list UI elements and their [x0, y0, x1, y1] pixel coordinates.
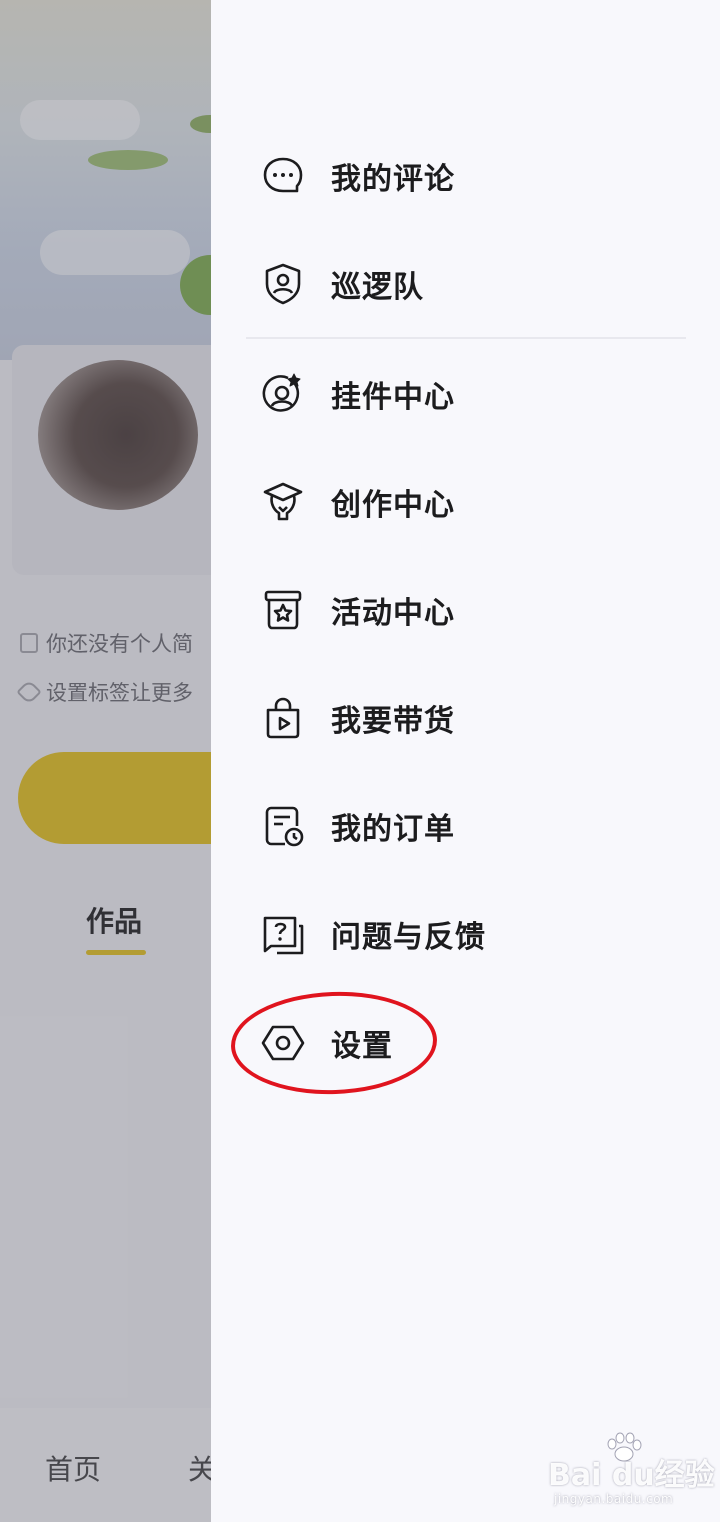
menu-item-patrol[interactable]: 巡逻队 — [261, 244, 691, 324]
menu-item-label: 创作中心 — [331, 488, 455, 523]
menu-item-label: 挂件中心 — [331, 380, 455, 415]
activity-star-icon — [261, 588, 305, 632]
menu-item-label: 活动中心 — [331, 596, 455, 631]
menu-item-label: 巡逻队 — [331, 270, 424, 305]
baidu-jingyan-watermark: Bai du经验 jingyan.baidu.com — [548, 1432, 716, 1512]
feedback-question-icon — [261, 912, 305, 956]
watermark-brand: Bai du经验 — [548, 1458, 715, 1493]
menu-item-creator-center[interactable]: 创作中心 — [261, 462, 691, 542]
menu-item-label: 我的订单 — [331, 812, 455, 847]
patrol-shield-icon — [261, 262, 305, 306]
menu-item-sell-goods[interactable]: 我要带货 — [261, 678, 691, 758]
pendant-avatar-icon — [261, 372, 305, 416]
menu-item-activity-center[interactable]: 活动中心 — [261, 570, 691, 650]
comment-bubble-icon — [261, 154, 305, 198]
menu-item-label: 我要带货 — [331, 704, 455, 739]
order-clock-icon — [261, 804, 305, 848]
menu-item-my-orders[interactable]: 我的订单 — [261, 786, 691, 866]
drawer-scrim[interactable] — [0, 0, 211, 1522]
shopping-bag-play-icon — [261, 696, 305, 740]
menu-item-label: 问题与反馈 — [331, 920, 486, 955]
menu-item-label: 设置 — [331, 1029, 393, 1064]
settings-hexagon-icon — [261, 1021, 305, 1065]
watermark-url: jingyan.baidu.com — [554, 1492, 674, 1506]
side-drawer-menu: 我的评论 巡逻队 挂件中心 创作中心 活动中心 我要带货 我的订单 问题与反馈 … — [211, 0, 720, 1522]
menu-item-my-comments[interactable]: 我的评论 — [261, 136, 691, 216]
menu-item-pendant-center[interactable]: 挂件中心 — [261, 354, 691, 434]
menu-item-feedback[interactable]: 问题与反馈 — [261, 894, 691, 974]
menu-item-settings[interactable]: 设置 — [261, 1003, 691, 1083]
creator-bulb-icon — [261, 480, 305, 524]
menu-divider — [246, 337, 686, 339]
menu-item-label: 我的评论 — [331, 162, 455, 197]
